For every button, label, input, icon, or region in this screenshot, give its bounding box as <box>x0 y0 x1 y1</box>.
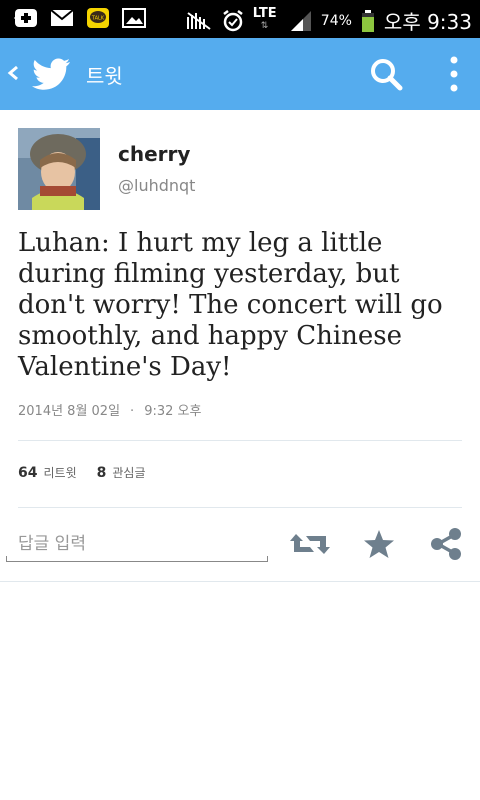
tweet-stats: 64 리트윗 8 관심글 <box>18 464 159 481</box>
divider <box>18 507 462 508</box>
user-handle[interactable]: @luhdnqt <box>118 176 195 195</box>
search-button[interactable] <box>368 56 404 92</box>
avatar[interactable] <box>18 128 100 210</box>
email-icon <box>50 9 74 26</box>
overflow-menu-button[interactable] <box>440 54 468 94</box>
retweet-button[interactable] <box>290 526 330 562</box>
favorite-button[interactable] <box>359 526 399 562</box>
reply-input-corner <box>267 556 268 562</box>
share-icon <box>431 528 461 560</box>
app-bar: 트윗 <box>0 38 480 110</box>
notification-icons: TALK <box>14 6 146 30</box>
gallery-icon <box>122 8 146 28</box>
profile-photo <box>18 128 100 210</box>
battery-icon <box>361 9 374 32</box>
star-icon <box>364 530 394 558</box>
tweet-time: 9:32 오후 <box>144 404 202 419</box>
retweet-label[interactable]: 리트윗 <box>43 464 76 481</box>
retweet-icon <box>290 534 330 554</box>
divider <box>18 440 462 441</box>
data-arrows-icon: ⇅ <box>260 20 269 31</box>
signal-strength-icon <box>290 10 311 31</box>
favorite-label[interactable]: 관심글 <box>112 464 145 481</box>
share-button[interactable] <box>426 526 466 562</box>
status-bar: TALK LTE ⇅ 74% 오후 9:33 <box>0 0 480 38</box>
twitter-bird-icon[interactable] <box>32 54 72 94</box>
kakaotalk-icon: TALK <box>87 8 109 28</box>
system-icons: LTE ⇅ 74% 오후 9:33 <box>183 6 472 35</box>
alarm-icon <box>223 9 243 31</box>
tweet-timestamp: 2014년 8월 02일 · 9:32 오후 <box>18 400 201 419</box>
svg-text:TALK: TALK <box>91 16 105 22</box>
lte-label: LTE <box>252 5 277 21</box>
retweet-count[interactable]: 64 <box>18 465 37 481</box>
add-notification-icon <box>14 9 37 27</box>
reply-input-corner <box>6 556 7 562</box>
no-signal-icon <box>186 11 211 30</box>
back-button[interactable] <box>6 58 24 88</box>
tweet-text: Luhan: I hurt my leg a little during fil… <box>18 228 443 382</box>
battery-percentage: 74% <box>320 12 352 29</box>
meta-separator: · <box>130 404 135 419</box>
app-title: 트윗 <box>86 64 123 88</box>
chevron-left-icon <box>7 65 18 81</box>
lte-indicator: LTE ⇅ <box>252 5 281 34</box>
tweet-date: 2014년 8월 02일 <box>18 404 121 419</box>
search-icon <box>371 59 403 91</box>
divider <box>0 581 480 582</box>
reply-input[interactable] <box>6 526 268 562</box>
favorite-count[interactable]: 8 <box>97 465 107 481</box>
status-clock: 오후 9:33 <box>383 10 472 34</box>
user-display-name[interactable]: cherry <box>118 142 190 166</box>
overflow-menu-icon <box>450 56 458 92</box>
